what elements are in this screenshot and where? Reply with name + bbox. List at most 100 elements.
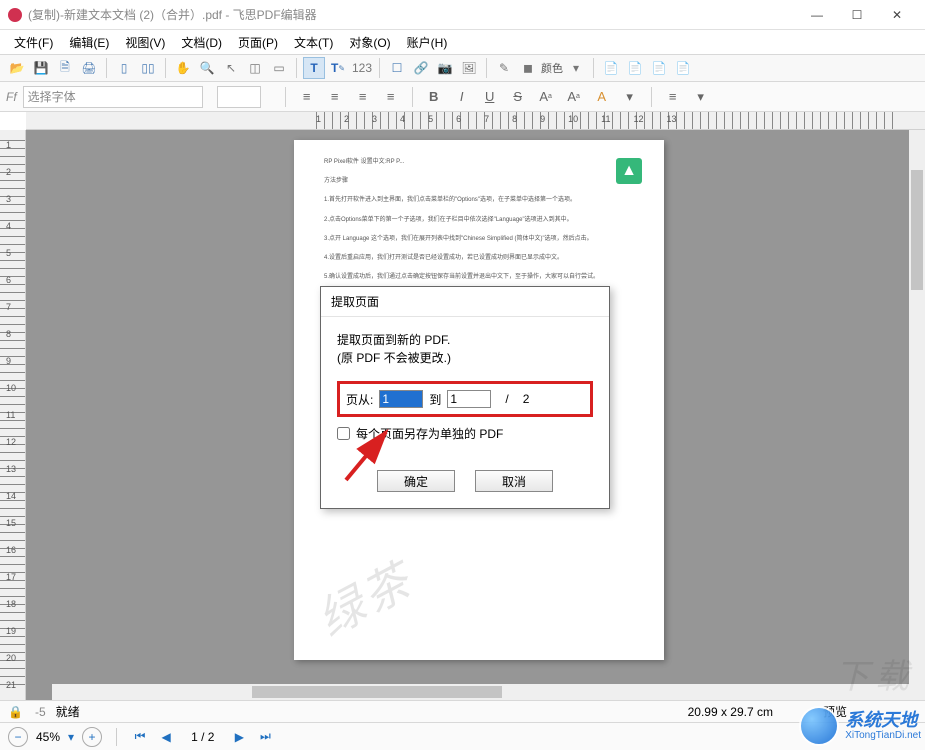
page-dimensions: 20.99 x 29.7 cm — [688, 705, 773, 719]
superscript-icon[interactable]: Aa — [533, 86, 559, 108]
color-label: 颜色 — [541, 60, 563, 76]
main-toolbar: 📂 💾 🗎 🖨 ▯ ▯▯ ✋ 🔍 ↖ ◫ ▭ T T✎ 123 ☐ 🔗 📷 🖼 … — [0, 54, 925, 82]
underline-icon[interactable]: U — [477, 86, 503, 108]
document-text: RP Pixel软件 设置中文:RP P... 方法步骤 1.首先打开软件进入到… — [324, 158, 634, 283]
save-as-icon[interactable]: 🗎 — [54, 57, 76, 79]
scrollbar-vertical[interactable] — [909, 130, 925, 700]
from-label: 页从: — [346, 391, 373, 408]
hand-tool-icon[interactable]: ✋ — [172, 57, 194, 79]
page-from-input[interactable] — [379, 390, 423, 408]
separator — [379, 58, 380, 78]
zoom-toolbar: − 45% ▾ + ⏮ ◀ 1 / 2 ▶ ⏭ — [0, 722, 925, 750]
line-spacing-icon[interactable]: ≡ — [660, 86, 686, 108]
to-label: 到 — [429, 391, 441, 408]
menubar: 文件(F) 编辑(E) 视图(V) 文档(D) 页面(P) 文本(T) 对象(O… — [0, 30, 925, 54]
dropdown-icon[interactable]: ▾ — [68, 730, 74, 744]
menu-page[interactable]: 页面(P) — [230, 31, 286, 54]
delete-page-icon[interactable]: 📄 — [672, 57, 694, 79]
italic-icon[interactable]: I — [449, 86, 475, 108]
page-single-icon[interactable]: ▯ — [113, 57, 135, 79]
font-family-select[interactable]: 选择字体 — [23, 86, 203, 108]
align-center-icon[interactable]: ≡ — [322, 86, 348, 108]
menu-text[interactable]: 文本(T) — [286, 31, 341, 54]
menu-edit[interactable]: 编辑(E) — [61, 31, 117, 54]
menu-view[interactable]: 视图(V) — [117, 31, 173, 54]
menu-object[interactable]: 对象(O) — [341, 31, 398, 54]
font-family-icon: Ff — [6, 90, 17, 104]
strikethrough-icon[interactable]: S — [505, 86, 531, 108]
zoom-out-button[interactable]: − — [8, 727, 28, 747]
open-icon[interactable]: 📂 — [6, 57, 28, 79]
first-page-button[interactable]: ⏮ — [131, 728, 149, 746]
text-numbers-icon[interactable]: 123 — [351, 57, 373, 79]
separator — [593, 58, 594, 78]
download-watermark: 下载 — [835, 649, 915, 698]
insert-page-icon[interactable]: 📄 — [624, 57, 646, 79]
object-tool-icon[interactable]: ▭ — [268, 57, 290, 79]
eyedropper-icon[interactable]: ✎ — [493, 57, 515, 79]
page-watermark: 绿茶 — [304, 544, 423, 649]
text-edit-icon[interactable]: T✎ — [327, 57, 349, 79]
dialog-title: 提取页面 — [321, 287, 609, 317]
dropdown-icon[interactable]: ▾ — [617, 86, 643, 108]
extract-page-icon[interactable]: 📄 — [600, 57, 622, 79]
rotate-page-icon[interactable]: 📄 — [648, 57, 670, 79]
extract-pages-dialog: 提取页面 提取页面到新的 PDF. (原 PDF 不会被更改.) 页从: 到 /… — [320, 286, 610, 509]
select-icon[interactable]: ↖ — [220, 57, 242, 79]
separator — [651, 87, 652, 107]
align-right-icon[interactable]: ≡ — [350, 86, 376, 108]
font-color-icon[interactable]: A — [589, 86, 615, 108]
zoom-icon[interactable]: 🔍 — [196, 57, 218, 79]
separator — [285, 87, 286, 107]
checkbox-label: 每个页面另存为单独的 PDF — [356, 425, 503, 442]
page-dual-icon[interactable]: ▯▯ — [137, 57, 159, 79]
color-swatch-icon[interactable]: ◼ — [517, 57, 539, 79]
separator — [296, 58, 297, 78]
save-separate-checkbox[interactable] — [337, 427, 350, 440]
print-icon[interactable]: 🖨 — [78, 57, 100, 79]
separator — [106, 58, 107, 78]
text-tool-icon[interactable]: T — [303, 57, 325, 79]
scrollbar-horizontal[interactable] — [52, 684, 909, 700]
minimize-button[interactable]: — — [797, 0, 837, 30]
format-toolbar: Ff 选择字体 ≡ ≡ ≡ ≡ B I U S Aa Aa A ▾ ≡ ▾ — [0, 82, 925, 112]
subscript-icon[interactable]: Aa — [561, 86, 587, 108]
brand-watermark: 系统天地 XiTongTianDi.net — [799, 706, 921, 746]
last-page-button[interactable]: ⏭ — [256, 728, 274, 746]
page-range-row: 页从: 到 / 2 — [337, 381, 593, 417]
ruler-vertical: 123456789101112131415161718192021 — [0, 130, 26, 700]
zoom-in-button[interactable]: + — [82, 727, 102, 747]
separator — [486, 58, 487, 78]
menu-account[interactable]: 账户(H) — [399, 31, 456, 54]
page-to-input[interactable] — [447, 390, 491, 408]
separator — [412, 87, 413, 107]
link-icon[interactable]: 🔗 — [410, 57, 432, 79]
window-title: (复制)-新建文本文档 (2)（合并）.pdf - 飞思PDF编辑器 — [28, 6, 797, 23]
align-justify-icon[interactable]: ≡ — [378, 86, 404, 108]
globe-icon — [799, 706, 839, 746]
align-left-icon[interactable]: ≡ — [294, 86, 320, 108]
brand-cn: 系统天地 — [845, 711, 921, 731]
menu-file[interactable]: 文件(F) — [6, 31, 61, 54]
dropdown-icon[interactable]: ▾ — [688, 86, 714, 108]
separator — [165, 58, 166, 78]
bold-icon[interactable]: B — [421, 86, 447, 108]
dropdown-icon[interactable]: ▾ — [565, 57, 587, 79]
brand-en: XiTongTianDi.net — [845, 730, 921, 741]
crop-icon[interactable]: ◫ — [244, 57, 266, 79]
cancel-button[interactable]: 取消 — [475, 470, 553, 492]
shape-icon[interactable]: ☐ — [386, 57, 408, 79]
checkbox-row: 每个页面另存为单独的 PDF — [337, 425, 593, 442]
camera-icon[interactable]: 📷 — [434, 57, 456, 79]
next-page-button[interactable]: ▶ — [230, 728, 248, 746]
prev-page-button[interactable]: ◀ — [157, 728, 175, 746]
font-size-select[interactable] — [217, 86, 261, 108]
zoom-level: 45% — [36, 730, 60, 744]
maximize-button[interactable]: ☐ — [837, 0, 877, 30]
separator-slash: / — [505, 392, 508, 406]
menu-document[interactable]: 文档(D) — [173, 31, 230, 54]
save-icon[interactable]: 💾 — [30, 57, 52, 79]
close-button[interactable]: ✕ — [877, 0, 917, 30]
image-icon[interactable]: 🖼 — [458, 57, 480, 79]
ok-button[interactable]: 确定 — [377, 470, 455, 492]
